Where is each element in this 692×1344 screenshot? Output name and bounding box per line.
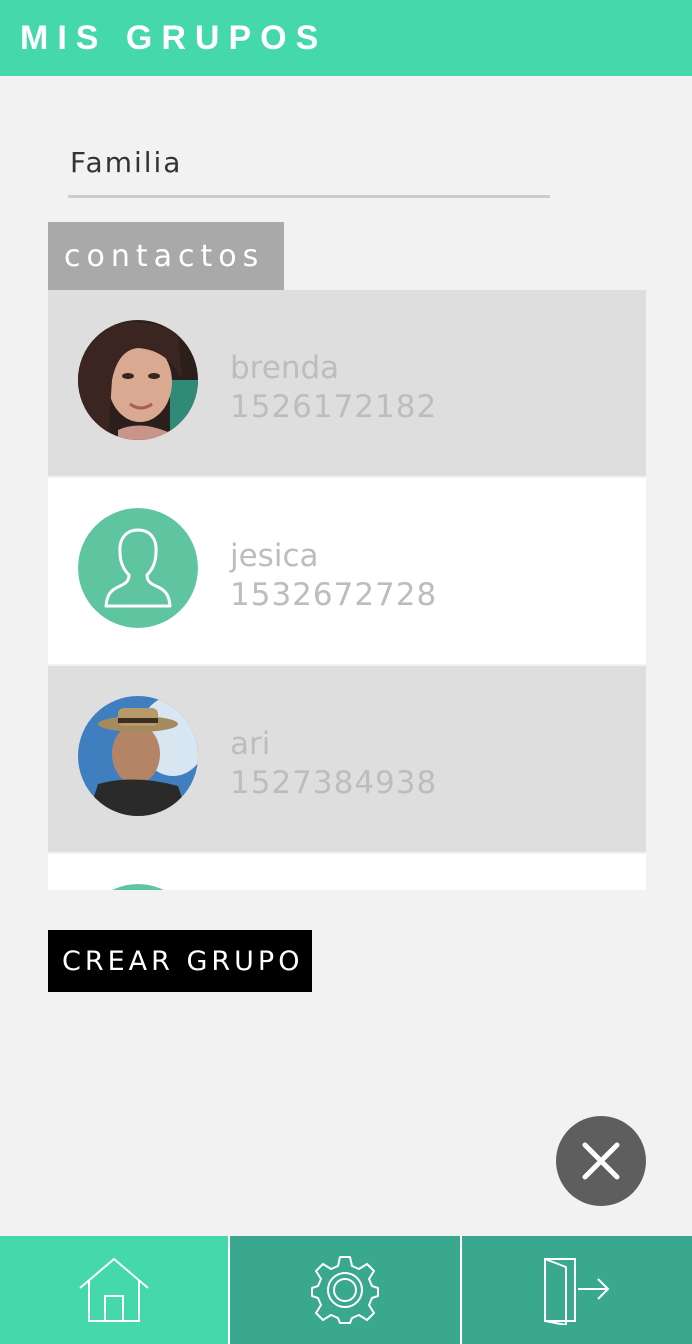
top-bar: MIS GRUPOS	[0, 0, 692, 76]
avatar	[78, 320, 198, 440]
contact-phone: 1526172182	[230, 389, 438, 425]
contact-row[interactable]: brenda 1526172182	[48, 290, 646, 476]
nav-tab-logout[interactable]	[462, 1236, 692, 1344]
nav-tab-home[interactable]	[0, 1236, 228, 1344]
default-user-icon	[78, 884, 198, 890]
page-title: MIS GRUPOS	[20, 19, 328, 57]
contacts-section-label: contactos	[64, 239, 265, 274]
home-icon	[79, 1258, 149, 1322]
contact-name: brenda	[230, 350, 340, 386]
close-icon	[582, 1142, 620, 1180]
contact-list[interactable]: brenda 1526172182 jesica 1532672728 ari	[48, 290, 646, 890]
gear-icon	[311, 1256, 379, 1324]
nav-tab-settings[interactable]	[230, 1236, 460, 1344]
contact-row[interactable]: jesica 1532672728	[48, 478, 646, 664]
bottom-nav	[0, 1236, 692, 1344]
default-user-icon	[78, 508, 198, 628]
contacts-section-header: contactos	[48, 222, 284, 290]
create-group-button[interactable]: CREAR GRUPO	[48, 930, 312, 992]
contact-phone: 1527384938	[230, 765, 438, 801]
close-button[interactable]	[556, 1116, 646, 1206]
contact-phone: 1532672728	[230, 577, 438, 613]
group-name-input[interactable]	[68, 136, 550, 198]
logout-icon	[544, 1258, 610, 1325]
avatar	[78, 696, 198, 816]
contact-row[interactable]: ari 1527384938	[48, 666, 646, 852]
contact-name: jesica	[230, 538, 319, 574]
contact-name: ari	[230, 726, 271, 762]
contact-row[interactable]	[48, 854, 646, 890]
